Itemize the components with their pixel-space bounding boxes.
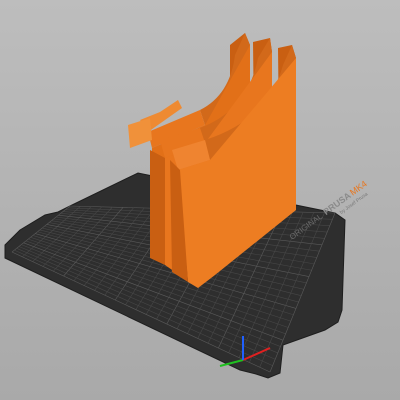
3d-viewport[interactable]: ORIGINAL PRUSA MK4 by Josef Prusa (0, 0, 400, 400)
scene: ORIGINAL PRUSA MK4 by Josef Prusa (4, 33, 369, 379)
